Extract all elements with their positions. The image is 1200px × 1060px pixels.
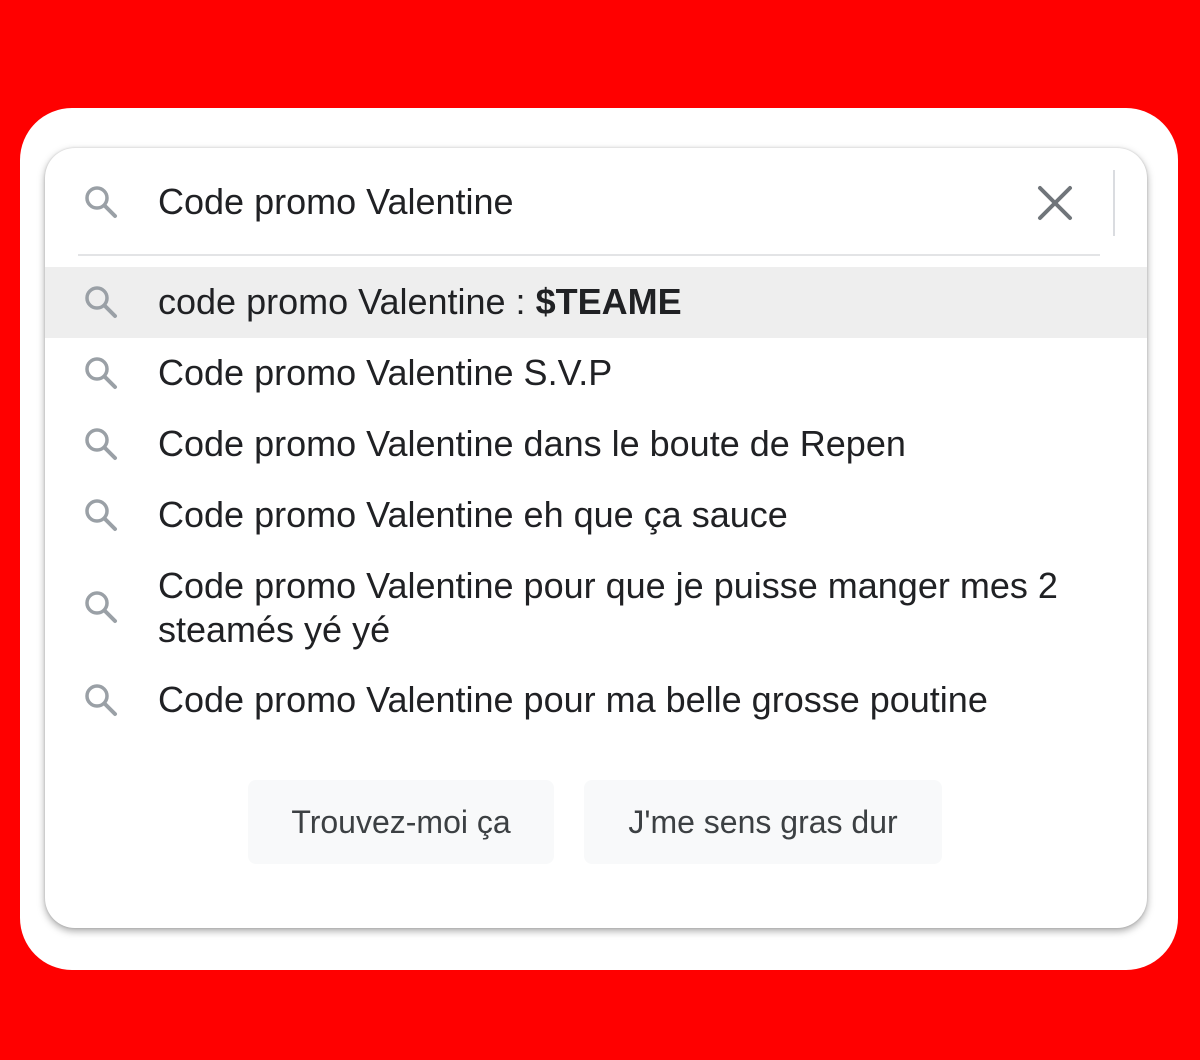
lucky-button[interactable]: J'me sens gras dur [584, 780, 942, 864]
search-icon [81, 282, 121, 322]
suggestions-divider [78, 254, 1100, 256]
suggestion-label: Code promo Valentine S.V.P [158, 352, 613, 393]
suggestion-item[interactable]: Code promo Valentine S.V.P [45, 338, 1147, 409]
search-button[interactable]: Trouvez-moi ça [248, 780, 554, 864]
suggestion-prefix: code promo Valentine : [158, 281, 536, 322]
search-input-row[interactable]: Code promo Valentine [45, 148, 1147, 256]
search-box: Code promo Valentine code promo Valentin… [45, 148, 1147, 928]
suggestion-item[interactable]: code promo Valentine : $TEAME [45, 267, 1147, 338]
suggestion-label: code promo Valentine : $TEAME [158, 280, 1098, 324]
suggestion-item[interactable]: Code promo Valentine pour ma belle gross… [45, 664, 1147, 735]
search-icon [81, 182, 121, 222]
suggestion-item[interactable]: Code promo Valentine pour que je puisse … [45, 551, 1147, 664]
suggestion-label: Code promo Valentine eh que ça sauce [158, 494, 788, 535]
suggestion-label: Code promo Valentine pour ma belle gross… [158, 679, 988, 720]
search-icon [81, 587, 121, 627]
suggestion-item[interactable]: Code promo Valentine eh que ça sauce [45, 480, 1147, 551]
search-icon [81, 495, 121, 535]
search-input[interactable]: Code promo Valentine [158, 181, 514, 223]
suggestion-code: $TEAME [535, 281, 682, 322]
search-icon [81, 424, 121, 464]
input-divider [1113, 170, 1115, 236]
suggestion-label: Code promo Valentine dans le boute de Re… [158, 423, 906, 464]
search-icon [81, 353, 121, 393]
search-icon [81, 680, 121, 720]
suggestion-label: Code promo Valentine pour que je puisse … [158, 565, 1058, 650]
close-icon[interactable] [1030, 178, 1080, 228]
suggestion-item[interactable]: Code promo Valentine dans le boute de Re… [45, 409, 1147, 480]
white-frame: Code promo Valentine code promo Valentin… [20, 108, 1178, 970]
